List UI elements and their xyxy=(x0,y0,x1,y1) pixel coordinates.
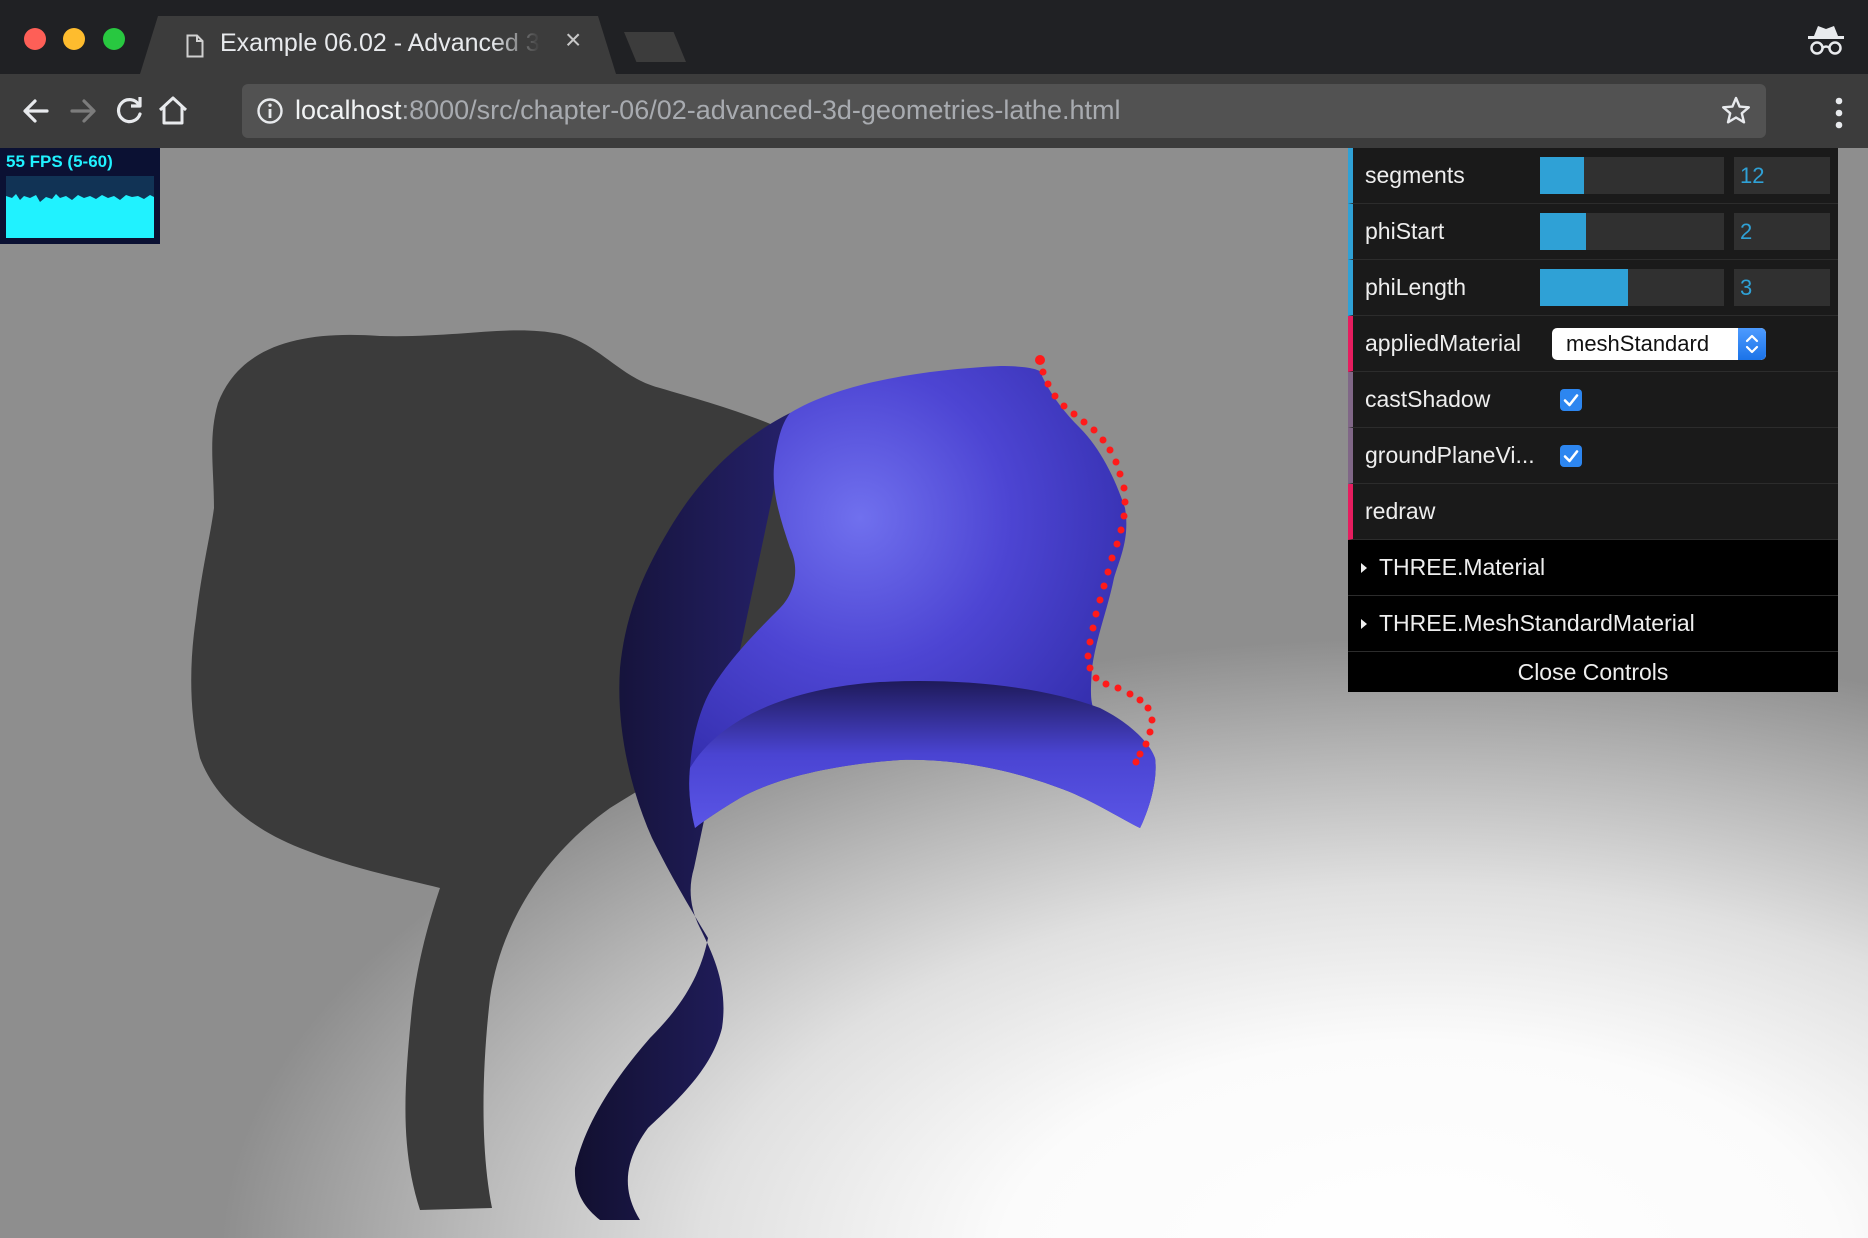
back-icon[interactable] xyxy=(17,92,55,130)
philength-control: phiLength 3 xyxy=(1348,260,1838,316)
redraw-label: redraw xyxy=(1365,498,1436,524)
minimize-window-button[interactable] xyxy=(63,28,85,50)
applied-material-label: appliedMaterial xyxy=(1365,330,1521,356)
forward-icon[interactable] xyxy=(64,92,102,130)
cast-shadow-checkbox[interactable] xyxy=(1560,389,1582,411)
controls-panel: segments 12 phiStart 2 phiLength 3 appli… xyxy=(1348,148,1838,692)
star-icon[interactable] xyxy=(1720,95,1752,127)
folder-mesh-standard-material[interactable]: THREE.MeshStandardMaterial xyxy=(1348,596,1838,652)
segments-input[interactable]: 12 xyxy=(1734,157,1830,194)
page-icon xyxy=(186,34,204,58)
close-window-button[interactable] xyxy=(24,28,46,50)
address-bar[interactable]: localhost:8000/src/chapter-06/02-advance… xyxy=(242,84,1766,138)
ground-plane-label: groundPlaneVi... xyxy=(1365,442,1535,468)
url-path: :8000/src/chapter-06/02-advanced-3d-geom… xyxy=(401,95,1121,125)
tab-close-icon[interactable]: × xyxy=(565,26,581,54)
philength-input[interactable]: 3 xyxy=(1734,269,1830,306)
phistart-slider[interactable] xyxy=(1540,213,1724,250)
folder-label: THREE.MeshStandardMaterial xyxy=(1379,610,1695,636)
incognito-icon xyxy=(1808,26,1844,55)
applied-material-control: appliedMaterial meshStandard xyxy=(1348,316,1838,372)
folder-arrow-icon xyxy=(1361,619,1367,629)
ground-plane-control: groundPlaneVi... xyxy=(1348,428,1838,484)
applied-material-select[interactable]: meshStandard xyxy=(1552,328,1766,360)
url-host: localhost xyxy=(295,95,402,125)
home-icon[interactable] xyxy=(154,92,192,130)
ground-plane-checkbox[interactable] xyxy=(1560,445,1582,467)
menu-icon[interactable] xyxy=(1834,96,1844,130)
applied-material-value: meshStandard xyxy=(1566,331,1710,356)
fps-stats[interactable]: 55 FPS (5-60) xyxy=(0,148,160,244)
chevron-up-down-icon[interactable] xyxy=(1738,328,1766,360)
phistart-control: phiStart 2 xyxy=(1348,204,1838,260)
philength-label: phiLength xyxy=(1365,274,1467,300)
fps-label: 55 FPS (5-60) xyxy=(6,152,113,171)
segments-control: segments 12 xyxy=(1348,148,1838,204)
phistart-label: phiStart xyxy=(1365,218,1445,244)
folder-three-material[interactable]: THREE.Material xyxy=(1348,540,1838,596)
segments-slider[interactable] xyxy=(1540,157,1724,194)
webgl-canvas[interactable]: 55 FPS (5-60) segments 12 phiStart 2 phi… xyxy=(0,148,1868,1238)
tab-strip: Example 06.02 - Advanced 3D × xyxy=(0,0,1868,74)
redraw-button[interactable]: redraw xyxy=(1348,484,1838,540)
url-text[interactable]: localhost:8000/src/chapter-06/02-advance… xyxy=(295,95,1120,126)
browser-toolbar: localhost:8000/src/chapter-06/02-advance… xyxy=(0,74,1868,148)
browser-tab[interactable]: Example 06.02 - Advanced 3D × xyxy=(140,16,616,74)
fps-graph xyxy=(6,176,154,238)
check-icon xyxy=(1563,450,1579,463)
cast-shadow-control: castShadow xyxy=(1348,372,1838,428)
philength-slider[interactable] xyxy=(1540,269,1724,306)
close-controls-button[interactable]: Close Controls xyxy=(1348,652,1838,692)
new-tab-button[interactable] xyxy=(624,32,686,62)
check-icon xyxy=(1563,394,1579,407)
folder-label: THREE.Material xyxy=(1379,554,1546,580)
segments-label: segments xyxy=(1365,162,1465,188)
tab-title: Example 06.02 - Advanced 3D xyxy=(220,29,540,57)
reload-icon[interactable] xyxy=(110,92,148,130)
phistart-input[interactable]: 2 xyxy=(1734,213,1830,250)
info-icon[interactable] xyxy=(256,97,284,125)
cast-shadow-label: castShadow xyxy=(1365,386,1491,412)
maximize-window-button[interactable] xyxy=(103,28,125,50)
folder-arrow-icon xyxy=(1361,563,1367,573)
